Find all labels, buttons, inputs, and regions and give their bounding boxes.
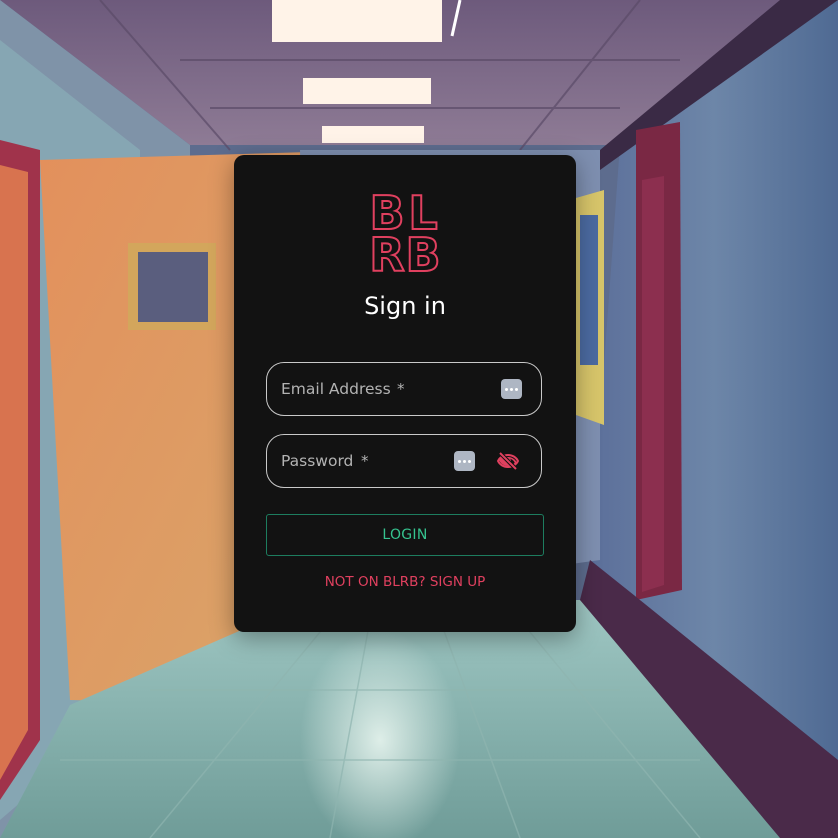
page-title: Sign in [364, 292, 446, 320]
logo-letter-r: R [368, 228, 405, 282]
sign-in-card: B L R B Sign in Email Address * Password… [234, 155, 576, 632]
eye-off-icon[interactable] [495, 449, 521, 473]
password-required-marker: * [361, 452, 369, 470]
brand-logo: B L R B [368, 186, 442, 282]
password-manager-icon[interactable] [454, 451, 475, 471]
email-field[interactable]: Email Address * [266, 362, 542, 416]
login-button[interactable]: LOGIN [266, 514, 544, 556]
email-label: Email Address [281, 380, 391, 398]
password-field[interactable]: Password * [266, 434, 542, 488]
logo-letter-b1: B [368, 186, 405, 240]
password-label: Password [281, 452, 354, 470]
logo-letter-l: L [407, 186, 438, 240]
password-manager-icon[interactable] [501, 379, 522, 399]
sign-up-link[interactable]: NOT ON BLRB? SIGN UP [234, 572, 576, 592]
logo-letter-b2: B [404, 228, 441, 282]
email-required-marker: * [397, 380, 405, 398]
